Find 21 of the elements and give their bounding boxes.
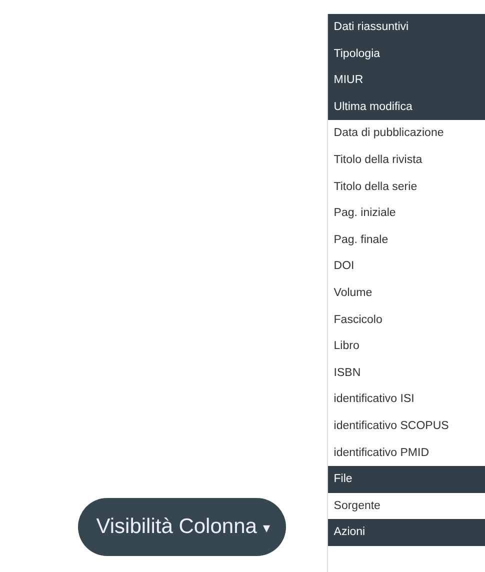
menu-item[interactable]: Libro bbox=[328, 333, 485, 360]
menu-item[interactable]: ISBN bbox=[328, 360, 485, 386]
menu-item[interactable]: Tipologia bbox=[328, 40, 485, 68]
menu-item[interactable]: identificativo ISI bbox=[328, 386, 485, 413]
menu-item[interactable]: identificativo PMID bbox=[328, 440, 485, 466]
menu-item[interactable]: Volume bbox=[328, 280, 485, 307]
menu-item[interactable]: Titolo della serie bbox=[328, 174, 485, 200]
menu-item[interactable]: Pag. finale bbox=[328, 226, 485, 254]
menu-item[interactable]: Pag. iniziale bbox=[328, 200, 485, 227]
menu-item[interactable]: Fascicolo bbox=[328, 306, 485, 334]
menu-item[interactable]: MIUR bbox=[328, 67, 485, 94]
menu-item[interactable]: Ultima modifica bbox=[328, 94, 485, 120]
menu-item[interactable]: Data di pubblicazione bbox=[328, 120, 485, 147]
menu-item[interactable]: identificativo SCOPUS bbox=[328, 412, 485, 440]
menu-item[interactable]: DOI bbox=[328, 253, 485, 280]
menu-item[interactable]: Dati riassuntivi bbox=[328, 14, 485, 41]
column-visibility-button[interactable]: Visibilità Colonna ▾ bbox=[78, 498, 286, 556]
menu-item[interactable]: Azioni bbox=[328, 519, 485, 546]
menu-item[interactable]: File bbox=[328, 466, 485, 493]
menu-item[interactable]: Sorgente bbox=[328, 492, 485, 520]
menu-item[interactable]: Titolo della rivista bbox=[328, 146, 485, 174]
